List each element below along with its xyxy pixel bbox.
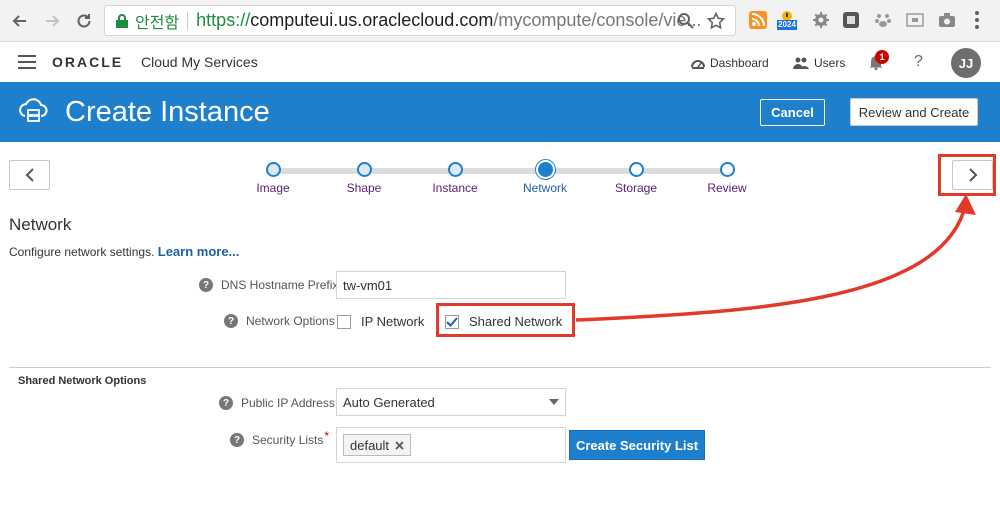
- users-label: Users: [814, 56, 846, 70]
- public-ip-label: Public IP Address: [241, 396, 335, 410]
- train-step-shape[interactable]: Shape: [319, 162, 409, 195]
- security-lists-field-label: ? Security Lists *: [230, 429, 329, 447]
- shared-network-highlight-box: [436, 303, 575, 337]
- step-label: Image: [256, 181, 290, 195]
- step-indicator: [537, 162, 553, 177]
- url-host: computeui.us.oraclecloud.com: [250, 10, 494, 30]
- shared-options-title: Shared Network Options: [18, 375, 147, 387]
- security-lists-label: Security Lists: [252, 433, 324, 447]
- step-indicator: [447, 162, 463, 177]
- address-bar[interactable]: 안전함 https:// computeui.us.oraclecloud.co…: [104, 5, 736, 36]
- step-label: Network: [522, 181, 567, 195]
- step-indicator: [265, 162, 281, 177]
- ip-network-checkbox[interactable]: [337, 314, 351, 329]
- learn-more-link[interactable]: Learn more...: [158, 244, 240, 259]
- url-protocol: https://: [196, 10, 251, 30]
- step-label: Shape: [346, 181, 382, 195]
- dashboard-link[interactable]: Dashboard: [691, 56, 769, 70]
- users-icon: [793, 57, 809, 69]
- train-step-storage[interactable]: Storage: [591, 162, 681, 195]
- browser-menu-icon[interactable]: [966, 9, 988, 31]
- section-description: Configure network settings. Learn more..…: [9, 244, 239, 259]
- app-name: Cloud My Services: [141, 54, 258, 70]
- page-title: Create Instance: [65, 96, 270, 128]
- ip-network-label: IP Network: [361, 314, 425, 329]
- section-title: Network: [9, 215, 72, 234]
- users-link[interactable]: Users: [793, 56, 845, 70]
- extension-badge: 2024: [777, 20, 797, 30]
- step-indicator: [719, 162, 735, 177]
- next-button-highlight-box: [938, 154, 996, 196]
- help-icon[interactable]: ?: [224, 314, 238, 328]
- create-security-list-button[interactable]: Create Security List: [569, 430, 705, 460]
- square-extension-icon[interactable]: [840, 9, 862, 31]
- notification-badge: 1: [875, 50, 889, 64]
- help-button[interactable]: ?: [914, 53, 923, 71]
- train-step-network[interactable]: Network: [500, 162, 590, 195]
- previous-step-button[interactable]: [9, 160, 50, 190]
- rss-icon[interactable]: [747, 9, 769, 31]
- required-indicator: *: [324, 429, 330, 443]
- step-indicator: [628, 162, 644, 177]
- train-step-review[interactable]: Review: [682, 162, 772, 195]
- help-icon[interactable]: ?: [199, 278, 213, 292]
- step-label: Review: [707, 181, 747, 195]
- step-label: Storage: [614, 181, 658, 195]
- chevron-left-icon: [25, 168, 34, 182]
- cloud-server-icon: [19, 98, 48, 122]
- step-indicator: [356, 162, 372, 177]
- camera-icon[interactable]: [936, 9, 958, 31]
- train-step-image[interactable]: Image: [228, 162, 318, 195]
- ip-network-option[interactable]: IP Network: [337, 314, 424, 329]
- reload-icon[interactable]: [72, 9, 96, 33]
- back-icon[interactable]: [8, 9, 32, 33]
- public-ip-field-label: ? Public IP Address: [219, 396, 335, 410]
- train-step-instance[interactable]: Instance: [410, 162, 500, 195]
- app-header: ORACLE Cloud My Services Dashboard Users…: [0, 43, 1000, 82]
- chip-label: default: [350, 437, 390, 453]
- section-divider: [9, 367, 991, 368]
- bookmark-star-icon[interactable]: [707, 12, 725, 30]
- forward-icon[interactable]: [40, 9, 64, 33]
- security-lists-input[interactable]: default: [336, 427, 566, 463]
- step-label: Instance: [432, 181, 478, 195]
- hamburger-menu-icon[interactable]: [18, 55, 36, 69]
- dashboard-icon: [691, 60, 705, 69]
- dns-field-label: ? DNS Hostname Prefix: [199, 278, 338, 292]
- divider: [187, 11, 189, 30]
- remove-chip-icon[interactable]: [395, 440, 404, 450]
- calendar-extension-icon[interactable]: 2024: [776, 9, 798, 31]
- help-icon[interactable]: ?: [219, 396, 233, 410]
- zoom-icon[interactable]: [677, 12, 695, 30]
- paw-icon[interactable]: [872, 9, 894, 31]
- secure-label: 안전함: [135, 14, 180, 32]
- gear-icon[interactable]: [810, 9, 832, 31]
- network-options-label: Network Options: [246, 314, 335, 328]
- user-avatar[interactable]: JJ: [951, 48, 981, 78]
- window-icon[interactable]: [904, 9, 926, 31]
- browser-toolbar: 안전함 https:// computeui.us.oraclecloud.co…: [0, 0, 1000, 42]
- lock-icon: [116, 13, 128, 28]
- security-list-chip: default: [343, 434, 412, 456]
- public-ip-value: Auto Generated: [343, 394, 435, 410]
- dashboard-label: Dashboard: [710, 56, 769, 70]
- network-options-field-label: ? Network Options: [224, 314, 335, 328]
- public-ip-select[interactable]: Auto Generated: [336, 388, 566, 416]
- review-and-create-button[interactable]: Review and Create: [850, 98, 978, 126]
- description-text: Configure network settings.: [9, 245, 155, 259]
- url-path: /mycompute/console/vie...: [493, 10, 702, 30]
- dns-hostname-input[interactable]: tw-vm01: [336, 271, 566, 299]
- help-icon[interactable]: ?: [230, 433, 244, 447]
- cancel-button[interactable]: Cancel: [760, 99, 825, 126]
- dropdown-arrow-icon: [549, 399, 559, 405]
- oracle-logo: ORACLE: [52, 54, 124, 70]
- dns-label: DNS Hostname Prefix: [221, 278, 339, 292]
